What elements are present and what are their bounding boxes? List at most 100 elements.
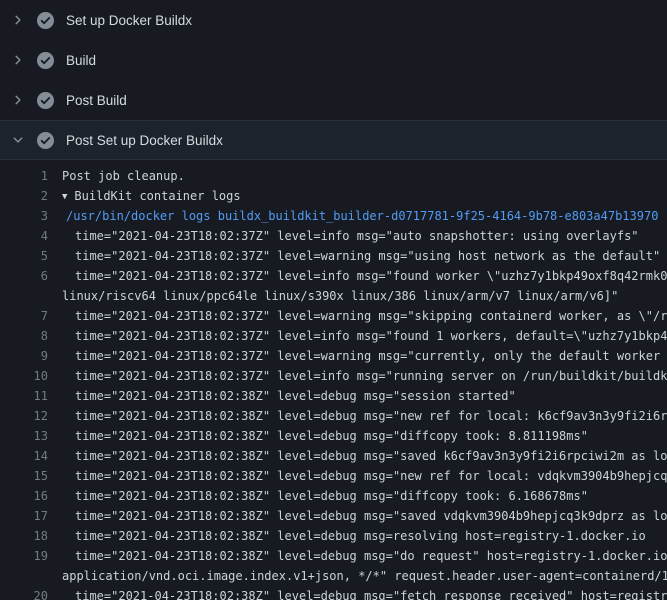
line-number[interactable]: 4 bbox=[0, 226, 48, 246]
line-text-content: /usr/bin/docker logs buildx_buildkit_bui… bbox=[66, 209, 658, 223]
line-text: ▼time="2021-04-23T18:02:38Z" level=debug… bbox=[62, 546, 667, 566]
step-row-2[interactable]: Post Build bbox=[0, 80, 667, 120]
line-text: ▼application/vnd.oci.image.index.v1+json… bbox=[62, 566, 667, 586]
line-number[interactable]: 15 bbox=[0, 466, 48, 486]
line-number[interactable]: 6 bbox=[0, 266, 48, 286]
steps-list: Set up Docker Buildx Build Post Build bbox=[0, 0, 667, 160]
log-line: ▼linux/riscv64 linux/ppc64le linux/s390x… bbox=[0, 286, 667, 306]
step-label: Build bbox=[66, 53, 96, 68]
line-text: ▼ BuildKit container logs bbox=[62, 186, 667, 206]
line-text: ▼time="2021-04-23T18:02:37Z" level=info … bbox=[62, 266, 667, 286]
line-number[interactable]: 18 bbox=[0, 526, 48, 546]
line-text-content: time="2021-04-23T18:02:38Z" level=debug … bbox=[75, 449, 667, 463]
line-text-content: Post job cleanup. bbox=[62, 169, 185, 183]
line-text: ▼time="2021-04-23T18:02:37Z" level=warni… bbox=[62, 306, 667, 326]
line-number[interactable]: 10 bbox=[0, 366, 48, 386]
log-line: 9 ▼time="2021-04-23T18:02:37Z" level=war… bbox=[0, 346, 667, 366]
line-number[interactable]: 14 bbox=[0, 446, 48, 466]
check-circle-icon bbox=[37, 92, 54, 109]
line-text: ▼time="2021-04-23T18:02:37Z" level=info … bbox=[62, 326, 667, 346]
step-label: Set up Docker Buildx bbox=[66, 13, 192, 28]
log-area: 1 ▼Post job cleanup. 2 ▼ BuildKit contain… bbox=[0, 160, 667, 600]
workflow-log-viewer: Set up Docker Buildx Build Post Build bbox=[0, 0, 667, 600]
line-text-content: time="2021-04-23T18:02:37Z" level=warnin… bbox=[75, 249, 660, 263]
log-line: 2 ▼ BuildKit container logs bbox=[0, 186, 667, 206]
line-number[interactable]: 3 bbox=[0, 206, 48, 226]
check-circle-icon bbox=[37, 12, 54, 29]
log-line: 8 ▼time="2021-04-23T18:02:37Z" level=inf… bbox=[0, 326, 667, 346]
line-text-content: time="2021-04-23T18:02:37Z" level=info m… bbox=[75, 229, 639, 243]
line-text-content: time="2021-04-23T18:02:37Z" level=warnin… bbox=[75, 349, 667, 363]
line-text: ▼time="2021-04-23T18:02:38Z" level=debug… bbox=[62, 426, 667, 446]
line-number[interactable]: 11 bbox=[0, 386, 48, 406]
step-row-1[interactable]: Build bbox=[0, 40, 667, 80]
line-number[interactable]: 2 bbox=[0, 186, 48, 206]
line-text-content: time="2021-04-23T18:02:38Z" level=debug … bbox=[75, 409, 667, 423]
step-label: Post Set up Docker Buildx bbox=[66, 133, 223, 148]
line-text: ▼time="2021-04-23T18:02:37Z" level=info … bbox=[62, 226, 667, 246]
line-number[interactable]: 20 bbox=[0, 586, 48, 600]
log-line: ▼application/vnd.oci.image.index.v1+json… bbox=[0, 566, 667, 586]
log-line: 7 ▼time="2021-04-23T18:02:37Z" level=war… bbox=[0, 306, 667, 326]
line-text-content: time="2021-04-23T18:02:38Z" level=debug … bbox=[75, 489, 588, 503]
line-text-content: application/vnd.oci.image.index.v1+json,… bbox=[62, 569, 667, 583]
line-text-content: time="2021-04-23T18:02:38Z" level=debug … bbox=[75, 589, 667, 600]
line-text-content: time="2021-04-23T18:02:38Z" level=debug … bbox=[75, 509, 667, 523]
line-text-content: time="2021-04-23T18:02:37Z" level=info m… bbox=[75, 329, 667, 343]
check-circle-icon bbox=[37, 132, 54, 149]
line-text: ▼time="2021-04-23T18:02:38Z" level=debug… bbox=[62, 526, 667, 546]
line-number[interactable]: 13 bbox=[0, 426, 48, 446]
line-number[interactable] bbox=[0, 286, 48, 306]
log-line: 3 ▼/usr/bin/docker logs buildx_buildkit_… bbox=[0, 206, 667, 226]
line-text: ▼time="2021-04-23T18:02:38Z" level=debug… bbox=[62, 406, 667, 426]
line-text: ▼Post job cleanup. bbox=[62, 166, 667, 186]
line-text: ▼time="2021-04-23T18:02:37Z" level=warni… bbox=[62, 246, 667, 266]
log-line: 11 ▼time="2021-04-23T18:02:38Z" level=de… bbox=[0, 386, 667, 406]
check-circle-icon bbox=[37, 52, 54, 69]
line-text: ▼time="2021-04-23T18:02:38Z" level=debug… bbox=[62, 446, 667, 466]
chevron-right-icon bbox=[12, 92, 28, 108]
line-number[interactable]: 1 bbox=[0, 166, 48, 186]
log-line: 18 ▼time="2021-04-23T18:02:38Z" level=de… bbox=[0, 526, 667, 546]
line-text: ▼linux/riscv64 linux/ppc64le linux/s390x… bbox=[62, 286, 667, 306]
log-line: 5 ▼time="2021-04-23T18:02:37Z" level=war… bbox=[0, 246, 667, 266]
line-number[interactable]: 5 bbox=[0, 246, 48, 266]
line-number[interactable]: 12 bbox=[0, 406, 48, 426]
line-text: ▼/usr/bin/docker logs buildx_buildkit_bu… bbox=[62, 206, 667, 226]
line-text-content: BuildKit container logs bbox=[74, 189, 240, 203]
line-text-content: time="2021-04-23T18:02:38Z" level=debug … bbox=[75, 469, 667, 483]
log-line: 16 ▼time="2021-04-23T18:02:38Z" level=de… bbox=[0, 486, 667, 506]
line-number[interactable]: 16 bbox=[0, 486, 48, 506]
line-text-content: time="2021-04-23T18:02:38Z" level=debug … bbox=[75, 429, 588, 443]
step-row-3[interactable]: Post Set up Docker Buildx bbox=[0, 120, 667, 160]
line-text: ▼time="2021-04-23T18:02:38Z" level=debug… bbox=[62, 586, 667, 600]
line-number[interactable]: 17 bbox=[0, 506, 48, 526]
line-text: ▼time="2021-04-23T18:02:37Z" level=warni… bbox=[62, 346, 667, 366]
line-text: ▼time="2021-04-23T18:02:38Z" level=debug… bbox=[62, 386, 667, 406]
line-text: ▼time="2021-04-23T18:02:38Z" level=debug… bbox=[62, 486, 667, 506]
log-line: 14 ▼time="2021-04-23T18:02:38Z" level=de… bbox=[0, 446, 667, 466]
chevron-right-icon bbox=[12, 12, 28, 28]
log-line: 20 ▼time="2021-04-23T18:02:38Z" level=de… bbox=[0, 586, 667, 600]
line-number[interactable] bbox=[0, 566, 48, 586]
group-disclosure-icon[interactable]: ▼ bbox=[62, 192, 67, 202]
line-text: ▼time="2021-04-23T18:02:38Z" level=debug… bbox=[62, 506, 667, 526]
line-text-content: linux/riscv64 linux/ppc64le linux/s390x … bbox=[62, 289, 618, 303]
line-text-content: time="2021-04-23T18:02:38Z" level=debug … bbox=[75, 389, 516, 403]
log-line: 15 ▼time="2021-04-23T18:02:38Z" level=de… bbox=[0, 466, 667, 486]
chevron-down-icon bbox=[12, 132, 28, 148]
log-line: 17 ▼time="2021-04-23T18:02:38Z" level=de… bbox=[0, 506, 667, 526]
line-text-content: time="2021-04-23T18:02:37Z" level=info m… bbox=[75, 369, 667, 383]
log-line: 6 ▼time="2021-04-23T18:02:37Z" level=inf… bbox=[0, 266, 667, 286]
log-line: 1 ▼Post job cleanup. bbox=[0, 166, 667, 186]
line-text-content: time="2021-04-23T18:02:37Z" level=info m… bbox=[75, 269, 667, 283]
line-number[interactable]: 7 bbox=[0, 306, 48, 326]
line-text: ▼time="2021-04-23T18:02:38Z" level=debug… bbox=[62, 466, 667, 486]
line-number[interactable]: 8 bbox=[0, 326, 48, 346]
line-number[interactable]: 9 bbox=[0, 346, 48, 366]
line-number[interactable]: 19 bbox=[0, 546, 48, 566]
step-row-0[interactable]: Set up Docker Buildx bbox=[0, 0, 667, 40]
line-text-content: time="2021-04-23T18:02:38Z" level=debug … bbox=[75, 529, 646, 543]
log-line: 10 ▼time="2021-04-23T18:02:37Z" level=in… bbox=[0, 366, 667, 386]
step-label: Post Build bbox=[66, 93, 127, 108]
